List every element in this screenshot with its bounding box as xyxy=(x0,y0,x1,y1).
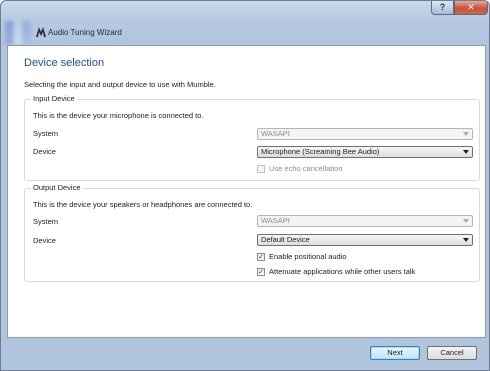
mumble-logo-icon xyxy=(36,27,46,37)
input-device-group: Input Device This is the device your mic… xyxy=(24,94,480,181)
input-system-select[interactable]: WASAPI xyxy=(257,128,473,140)
window-title: Audio Tuning Wizard xyxy=(48,28,122,37)
next-button[interactable]: Next xyxy=(370,346,420,360)
wizard-window: Audio Tuning Wizard ? ✕ Device selection… xyxy=(0,0,490,371)
input-device-value: Microphone (Screaming Bee Audio) xyxy=(261,147,380,156)
chevron-down-icon xyxy=(463,132,469,136)
input-system-value: WASAPI xyxy=(261,129,290,138)
title-bar[interactable]: Audio Tuning Wizard ? ✕ xyxy=(1,1,489,45)
page-subtitle: Selecting the input and output device to… xyxy=(24,80,216,89)
chevron-down-icon xyxy=(463,219,469,223)
input-device-select[interactable]: Microphone (Screaming Bee Audio) xyxy=(257,146,473,158)
echo-cancellation-label: Use echo cancellation xyxy=(269,164,343,173)
output-system-select[interactable]: WASAPI xyxy=(257,215,473,227)
check-icon: ✓ xyxy=(257,253,265,261)
output-device-select[interactable]: Default Device xyxy=(257,234,473,246)
output-device-group-label: Output Device xyxy=(31,183,83,192)
cancel-button[interactable]: Cancel xyxy=(427,346,477,360)
input-device-description: This is the device your microphone is co… xyxy=(33,111,204,120)
attenuate-label: Attenuate applications while other users… xyxy=(269,267,416,276)
check-icon: ✓ xyxy=(257,268,265,276)
chevron-down-icon xyxy=(463,150,469,154)
output-device-group: Output Device This is the device your sp… xyxy=(24,183,480,282)
echo-cancellation-box xyxy=(257,165,265,173)
output-system-label: System xyxy=(33,217,59,226)
input-device-label: Device xyxy=(33,147,56,156)
output-device-description: This is the device your speakers or head… xyxy=(33,200,253,209)
input-system-label: System xyxy=(33,129,59,138)
wizard-page: Device selection Selecting the input and… xyxy=(7,45,486,338)
close-button[interactable]: ✕ xyxy=(454,1,488,15)
page-title: Device selection xyxy=(24,57,105,69)
chevron-down-icon xyxy=(463,238,469,242)
help-button[interactable]: ? xyxy=(431,1,454,15)
output-system-value: WASAPI xyxy=(261,216,290,225)
blurred-taskbar-icon xyxy=(5,21,31,45)
output-device-label: Device xyxy=(33,236,56,245)
input-device-group-label: Input Device xyxy=(31,94,77,103)
output-device-value: Default Device xyxy=(261,235,310,244)
positional-audio-label: Enable positional audio xyxy=(269,252,347,261)
